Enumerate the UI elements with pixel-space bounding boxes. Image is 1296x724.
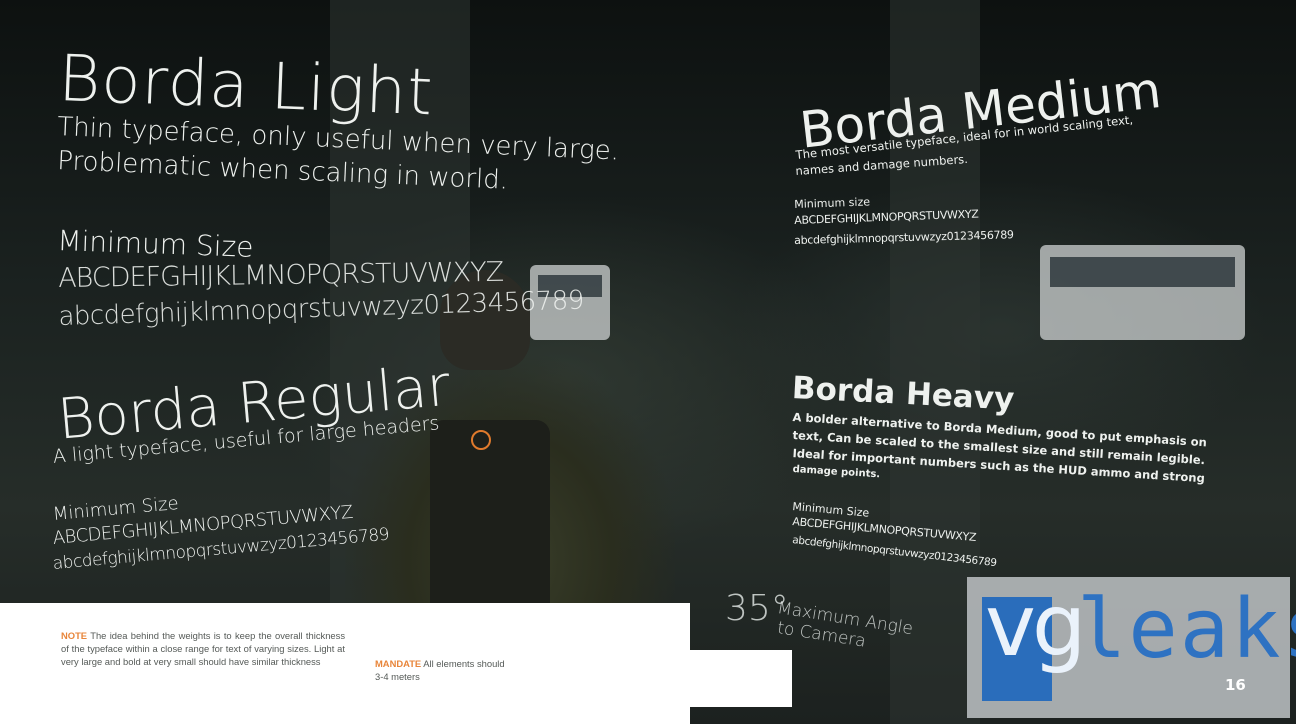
note-panel: NOTE The idea behind the weights is to k… <box>0 603 690 724</box>
borda-light-uppercase: ABCDEFGHIJKLMNOPQRSTUVWXYZ <box>58 256 504 294</box>
mandate-label: MANDATE <box>375 658 422 669</box>
bus <box>1040 245 1245 340</box>
orange-ring-marker <box>471 430 491 450</box>
note-panel-extension <box>690 650 792 707</box>
mandate-body-1: All elements should <box>423 658 505 669</box>
vgleaks-watermark: vg leaks 16 <box>967 576 1296 718</box>
mandate-text-block: MANDATE All elements should 3-4 meters <box>375 657 515 683</box>
page-number: 16 <box>1225 676 1246 694</box>
note-text-block: NOTE The idea behind the weights is to k… <box>61 629 345 668</box>
note-body: The idea behind the weights is to keep t… <box>61 630 346 667</box>
leaks-logo-text: leaks <box>1077 582 1296 677</box>
borda-medium-min-size-label: Minimum size <box>794 195 871 211</box>
vg-logo-text: vg <box>985 576 1087 676</box>
mandate-body-2: 3-4 meters <box>375 671 420 682</box>
borda-light-min-size-label: Minimum Size <box>56 224 255 264</box>
note-label: NOTE <box>61 630 88 641</box>
